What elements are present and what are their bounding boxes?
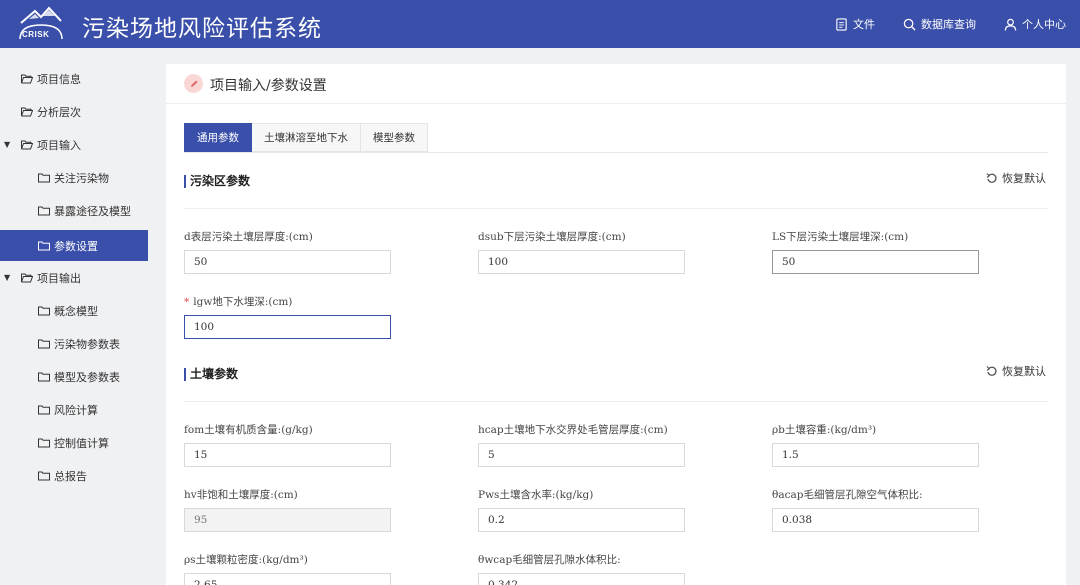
nav-personal-center[interactable]: 个人中心 — [1004, 16, 1066, 32]
sidebar-item-project-input[interactable]: ▼ 项目输入 — [0, 129, 148, 160]
sidebar-item-label: 分析层次 — [37, 105, 81, 119]
input-pws[interactable] — [478, 508, 685, 532]
main-panel: 项目输入/参数设置 通用参数 土壤淋溶至地下水 模型参数 污染区参数 恢复默认 … — [166, 64, 1066, 585]
input-theta-acap[interactable] — [772, 508, 979, 532]
folder-icon — [38, 405, 50, 414]
restore-default-label: 恢复默认 — [1002, 365, 1046, 378]
field-label-theta-wcap: θwcap毛细管层孔隙水体积比: — [478, 554, 621, 566]
sidebar-item-label: 项目输出 — [37, 271, 81, 285]
required-mark: * — [184, 296, 190, 308]
top-header: CRISK 污染场地风险评估系统 文件 数据库查询 个人中心 — [0, 0, 1080, 48]
input-fom[interactable] — [184, 443, 391, 467]
sidebar-item-label: 污染物参数表 — [54, 337, 120, 351]
section-divider — [184, 208, 1048, 209]
folder-icon — [38, 306, 50, 315]
sidebar-item-parameter-settings[interactable]: 参数设置 — [0, 230, 148, 261]
field-label-rho-b: ρb土壤容重:(kg/dm³) — [772, 424, 877, 436]
sidebar-item-label: 关注污染物 — [54, 171, 109, 185]
page-header: 项目输入/参数设置 — [166, 64, 1066, 104]
field-label-theta-acap: θacap毛细管层孔隙空气体积比: — [772, 489, 923, 501]
sidebar-item-label: 总报告 — [54, 469, 87, 483]
sidebar-item-pollutants[interactable]: 关注污染物 — [0, 162, 148, 193]
input-hcap[interactable] — [478, 443, 685, 467]
nav-database-label: 数据库查询 — [921, 18, 976, 31]
folder-open-icon — [21, 74, 33, 83]
folder-icon — [38, 241, 50, 250]
folder-open-icon — [21, 107, 33, 116]
sidebar-item-project-info[interactable]: 项目信息 — [0, 63, 148, 94]
sidebar-item-label: 模型及参数表 — [54, 370, 120, 384]
tab-model-params[interactable]: 模型参数 — [361, 123, 428, 152]
restore-default-label: 恢复默认 — [1002, 172, 1046, 185]
tab-divider — [184, 152, 1048, 153]
folder-open-icon — [21, 273, 33, 282]
caret-down-icon[interactable]: ▼ — [4, 140, 10, 149]
nav-personal-label: 个人中心 — [1022, 18, 1066, 31]
undo-icon — [986, 173, 997, 183]
sidebar-item-exposure-paths[interactable]: 暴露途径及模型 — [0, 195, 148, 226]
tab-bar: 通用参数 土壤淋溶至地下水 模型参数 — [184, 123, 428, 152]
field-label-lgw-text: lgw地下水埋深:(cm) — [193, 296, 293, 308]
sidebar-item-model-params[interactable]: 模型及参数表 — [0, 361, 148, 392]
sidebar-item-label: 风险计算 — [54, 403, 98, 417]
field-label-fom: fom土壤有机质含量:(g/kg) — [184, 424, 313, 436]
nav-file[interactable]: 文件 — [835, 16, 875, 32]
folder-icon — [38, 173, 50, 182]
folder-icon — [38, 438, 50, 447]
sidebar-item-analysis-level[interactable]: 分析层次 — [0, 96, 148, 127]
field-label-pws: Pws土壤含水率:(kg/kg) — [478, 489, 594, 501]
page-title: 项目输入/参数设置 — [210, 78, 327, 94]
folder-open-icon — [21, 140, 33, 149]
logo-text: CRISK — [22, 30, 50, 39]
caret-down-icon[interactable]: ▼ — [4, 273, 10, 282]
input-rho-s[interactable] — [184, 573, 391, 585]
field-label-hcap: hcap土壤地下水交界处毛管层厚度:(cm) — [478, 424, 668, 436]
folder-icon — [38, 206, 50, 215]
sidebar: 项目信息 分析层次 ▼ 项目输入 关注污染物 暴露途径及模型 参数设置 ▼ 项目… — [0, 48, 148, 585]
nav-database-query[interactable]: 数据库查询 — [903, 16, 976, 32]
sidebar-item-control-value[interactable]: 控制值计算 — [0, 427, 148, 458]
sidebar-item-pollutant-params[interactable]: 污染物参数表 — [0, 328, 148, 359]
sidebar-item-label: 项目输入 — [37, 138, 81, 152]
section-divider — [184, 401, 1048, 402]
nav-file-label: 文件 — [853, 18, 875, 31]
sidebar-item-label: 项目信息 — [37, 72, 81, 86]
sidebar-item-label: 控制值计算 — [54, 436, 109, 450]
section-title-pollution-zone: 污染区参数 — [184, 175, 250, 188]
sidebar-item-label: 概念模型 — [54, 304, 98, 318]
sidebar-item-project-output[interactable]: ▼ 项目输出 — [0, 262, 148, 293]
input-d-surface-thickness[interactable] — [184, 250, 391, 274]
input-ls-depth[interactable] — [772, 250, 979, 274]
edit-icon — [184, 74, 203, 93]
search-icon — [903, 18, 916, 31]
folder-icon — [38, 471, 50, 480]
user-icon — [1004, 18, 1017, 31]
field-label-d: d表层污染土壤层厚度:(cm) — [184, 231, 313, 243]
folder-icon — [38, 372, 50, 381]
field-label-hv: hv非饱和土壤厚度:(cm) — [184, 489, 298, 501]
sidebar-item-label: 参数设置 — [54, 239, 98, 253]
sidebar-item-label: 暴露途径及模型 — [54, 204, 131, 218]
field-label-ls: LS下层污染土壤层埋深:(cm) — [772, 231, 909, 243]
sidebar-item-risk-calc[interactable]: 风险计算 — [0, 394, 148, 425]
field-label-dsub: dsub下层污染土壤层厚度:(cm) — [478, 231, 626, 243]
sidebar-item-concept-model[interactable]: 概念模型 — [0, 295, 148, 326]
sidebar-item-total-report[interactable]: 总报告 — [0, 460, 148, 491]
input-theta-wcap[interactable] — [478, 573, 685, 585]
folder-icon — [38, 339, 50, 348]
tab-soil-leaching[interactable]: 土壤淋溶至地下水 — [252, 123, 361, 152]
input-rho-b[interactable] — [772, 443, 979, 467]
restore-default-button-soil[interactable]: 恢复默认 — [986, 363, 1046, 379]
field-label-lgw: * lgw地下水埋深:(cm) — [184, 294, 292, 309]
section-title-soil-params: 土壤参数 — [184, 368, 238, 381]
input-hv — [184, 508, 391, 532]
app-title: 污染场地风险评估系统 — [82, 16, 322, 42]
restore-default-button[interactable]: 恢复默认 — [986, 170, 1046, 186]
undo-icon — [986, 366, 997, 376]
input-lgw-depth[interactable] — [184, 315, 391, 339]
input-dsub-thickness[interactable] — [478, 250, 685, 274]
tab-general-params[interactable]: 通用参数 — [184, 123, 252, 152]
field-label-rho-s: ρs土壤颗粒密度:(kg/dm³) — [184, 554, 308, 566]
document-icon — [836, 17, 847, 31]
